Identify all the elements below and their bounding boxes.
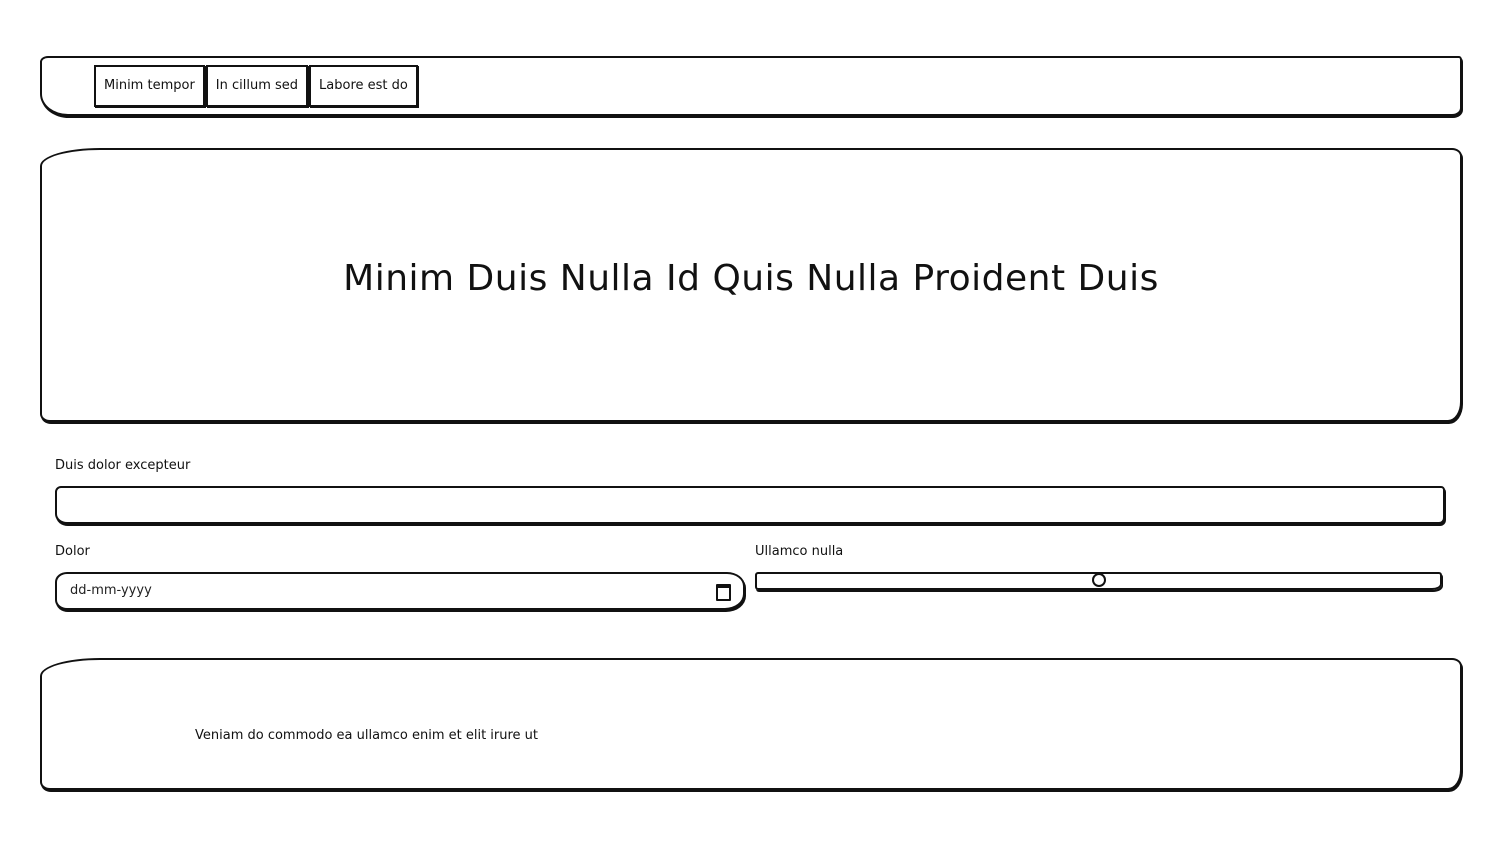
text-input[interactable] — [55, 486, 1445, 524]
calendar-icon[interactable] — [716, 584, 731, 601]
footer-text: Veniam do commodo ea ullamco enim et eli… — [195, 728, 539, 743]
nav-tab-labore-est-do[interactable]: Labore est do — [309, 65, 418, 107]
text-field-label: Duis dolor excepteur — [55, 458, 191, 473]
date-input[interactable]: dd-mm-yyyy — [55, 572, 745, 610]
date-field-label: Dolor — [55, 544, 90, 559]
nav-tab-minim-tempor[interactable]: Minim tempor — [94, 65, 205, 107]
hero-title: Minim Duis Nulla Id Quis Nulla Proident … — [343, 258, 1159, 299]
hero-card: Minim Duis Nulla Id Quis Nulla Proident … — [40, 148, 1462, 422]
range-field-label: Ullamco nulla — [755, 544, 844, 559]
nav-tabs: Minim tempor In cillum sed Labore est do — [94, 65, 419, 107]
date-placeholder: dd-mm-yyyy — [70, 583, 152, 598]
range-slider[interactable] — [755, 572, 1444, 592]
nav-tab-in-cillum-sed[interactable]: In cillum sed — [205, 65, 309, 107]
range-thumb[interactable] — [1092, 573, 1106, 587]
navbar: Minim tempor In cillum sed Labore est do — [40, 56, 1462, 116]
footer-card: Veniam do commodo ea ullamco enim et eli… — [40, 658, 1462, 790]
